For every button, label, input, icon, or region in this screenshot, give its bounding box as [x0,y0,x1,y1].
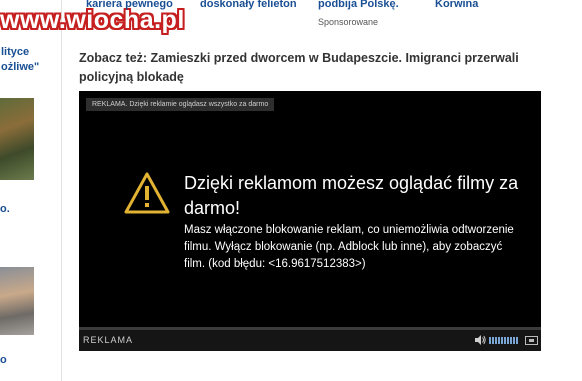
teaser-link-2[interactable]: doskonały felieton [200,0,297,10]
sidebar-thumbnail-1[interactable] [0,98,34,180]
see-also-prefix: Zobacz też: [79,51,148,65]
sidebar-link-3[interactable]: ożliwe" [1,61,39,73]
ad-label: REKLAMA [83,335,134,345]
ad-notice-badge: REKLAMA. Dzięki reklamie oglądasz wszyst… [86,98,275,111]
left-sidebar: stan lityce ożliwe" o. o [0,0,62,381]
fullscreen-icon[interactable] [525,336,538,345]
teaser-link-4[interactable]: Korwina [435,0,478,10]
video-player[interactable]: REKLAMA. Dzięki reklamie oglądasz wszyst… [79,91,541,351]
warning-icon [124,172,170,214]
adblock-message-title: Dzięki reklamom możesz oglądać filmy za … [184,173,519,218]
adblock-message-body: Masz włączone blokowanie reklam, co unie… [184,224,514,270]
player-controls: REKLAMA [79,330,541,351]
sponsored-label: Sponsorowane [318,17,379,27]
volume-bar[interactable] [489,337,519,344]
teaser-link-3[interactable]: podbija Polskę. [318,0,399,10]
sidebar-thumbnail-2[interactable] [0,267,34,335]
top-teaser-strip: kariera pewnego doskonały felieton podbi… [62,0,582,36]
sidebar-link-4[interactable]: o. [0,203,10,215]
sidebar-link-5[interactable]: o [0,354,7,366]
see-also-headline[interactable]: Zobacz też: Zamieszki przed dworcem w Bu… [79,49,519,87]
speaker-icon[interactable] [474,334,486,346]
teaser-link-1[interactable]: kariera pewnego [86,0,173,10]
sidebar-link-2[interactable]: lityce [1,46,29,58]
